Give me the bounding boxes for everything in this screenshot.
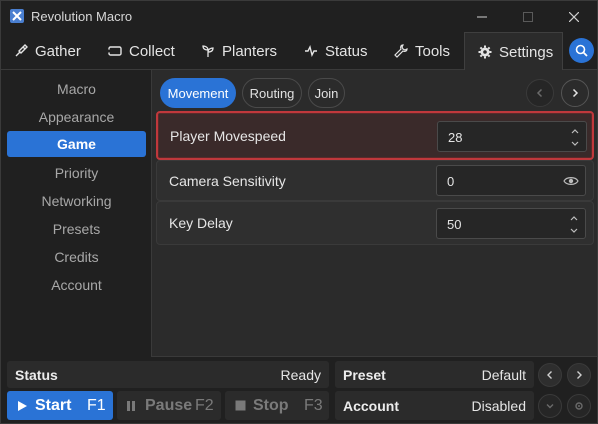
subtab-join[interactable]: Join bbox=[308, 78, 345, 108]
play-icon bbox=[18, 401, 27, 411]
sprout-icon bbox=[202, 45, 214, 57]
shovel-icon bbox=[15, 44, 28, 57]
sidebar-item-priority[interactable]: Priority bbox=[7, 160, 146, 186]
search-button[interactable] bbox=[569, 38, 594, 63]
tab-status[interactable]: Status bbox=[304, 32, 368, 70]
chevron-up-icon bbox=[570, 216, 578, 221]
preset-next-button[interactable] bbox=[567, 363, 591, 387]
tab-label: Collect bbox=[129, 42, 175, 60]
ticket-icon bbox=[108, 46, 122, 56]
input-value: 50 bbox=[447, 217, 462, 232]
gear-icon bbox=[575, 402, 583, 410]
stop-icon bbox=[235, 400, 246, 411]
sidebar-item-networking[interactable]: Networking bbox=[7, 188, 146, 214]
preset-box[interactable]: Preset Default bbox=[335, 361, 534, 388]
stop-label: Stop bbox=[253, 396, 289, 414]
settings-sidebar: Macro Appearance Game Priority Networkin… bbox=[1, 71, 151, 357]
account-settings-button[interactable] bbox=[567, 394, 591, 418]
account-label: Account bbox=[343, 397, 399, 414]
subtab-routing[interactable]: Routing bbox=[242, 78, 302, 108]
start-button[interactable]: Start F1 bbox=[7, 391, 113, 420]
tab-label: Settings bbox=[499, 43, 554, 61]
preset-label: Preset bbox=[343, 366, 386, 383]
chevron-right-icon bbox=[577, 371, 582, 379]
stop-hotkey: F3 bbox=[304, 396, 323, 414]
sidebar-item-credits[interactable]: Credits bbox=[7, 244, 146, 270]
next-page-button[interactable] bbox=[561, 79, 589, 107]
setting-label: Key Delay bbox=[169, 215, 233, 231]
chevron-down-icon bbox=[570, 228, 578, 233]
main-tab-bar: Gather Collect Planters Status Tools Set… bbox=[1, 32, 597, 71]
setting-row-key-delay: Key Delay 50 bbox=[156, 201, 594, 245]
pause-button[interactable]: Pause F2 bbox=[117, 391, 221, 420]
title-bar: Revolution Macro bbox=[1, 1, 597, 32]
subtab-movement[interactable]: Movement bbox=[160, 78, 236, 108]
setting-row-player-movespeed: Player Movespeed 28 bbox=[156, 111, 594, 160]
status-value: Ready bbox=[280, 366, 321, 383]
increment-button[interactable] bbox=[568, 212, 580, 224]
decrement-button[interactable] bbox=[568, 225, 580, 237]
setting-label: Player Movespeed bbox=[170, 127, 286, 144]
tab-label: Tools bbox=[415, 42, 451, 60]
stop-button[interactable]: Stop F3 bbox=[225, 391, 329, 420]
tab-tools[interactable]: Tools bbox=[394, 32, 450, 70]
pause-icon bbox=[127, 401, 135, 411]
preset-value: Default bbox=[481, 366, 526, 383]
decrement-button[interactable] bbox=[569, 138, 581, 150]
maximize-icon bbox=[523, 11, 533, 22]
eye-icon[interactable] bbox=[563, 174, 579, 188]
pause-label: Pause bbox=[145, 396, 193, 414]
tab-gather[interactable]: Gather bbox=[14, 32, 81, 70]
sidebar-item-game[interactable]: Game bbox=[7, 131, 146, 157]
account-box[interactable]: Account Disabled bbox=[335, 391, 534, 420]
key-delay-input[interactable]: 50 bbox=[436, 208, 586, 239]
start-label: Start bbox=[35, 396, 72, 414]
minimize-button[interactable] bbox=[459, 1, 505, 32]
tab-label: Status bbox=[325, 42, 368, 60]
close-button[interactable] bbox=[551, 1, 597, 32]
setting-row-camera-sensitivity: Camera Sensitivity 0 bbox=[156, 160, 594, 201]
chevron-down-icon bbox=[546, 404, 554, 409]
preset-prev-button[interactable] bbox=[538, 363, 562, 387]
camera-sensitivity-input[interactable]: 0 bbox=[436, 165, 586, 196]
tab-label: Planters bbox=[222, 42, 278, 60]
increment-button[interactable] bbox=[569, 125, 581, 137]
close-icon bbox=[569, 11, 579, 22]
status-label: Status bbox=[15, 366, 58, 383]
wrench-icon bbox=[394, 44, 408, 58]
chevron-right-icon bbox=[572, 88, 579, 98]
tab-settings[interactable]: Settings bbox=[464, 32, 563, 71]
sidebar-item-presets[interactable]: Presets bbox=[7, 216, 146, 242]
app-window: Revolution Macro Gather Collect Planters… bbox=[0, 0, 598, 424]
sidebar-item-account[interactable]: Account bbox=[7, 272, 146, 298]
sidebar-item-macro[interactable]: Macro bbox=[7, 76, 146, 102]
chevron-left-icon bbox=[547, 371, 552, 379]
prev-page-button[interactable] bbox=[526, 79, 554, 107]
start-hotkey: F1 bbox=[87, 396, 106, 414]
chevron-up-icon bbox=[571, 129, 579, 134]
input-value: 0 bbox=[447, 174, 455, 189]
maximize-button[interactable] bbox=[505, 1, 551, 32]
window-title: Revolution Macro bbox=[31, 9, 133, 24]
tab-planters[interactable]: Planters bbox=[201, 32, 277, 70]
setting-label: Camera Sensitivity bbox=[169, 172, 286, 189]
pulse-icon bbox=[305, 44, 317, 58]
gear-icon bbox=[478, 45, 492, 59]
status-box: Status Ready bbox=[7, 361, 329, 388]
app-logo-icon bbox=[10, 9, 24, 23]
player-movespeed-input[interactable]: 28 bbox=[437, 121, 587, 152]
input-value: 28 bbox=[448, 130, 463, 145]
chevron-down-icon bbox=[571, 141, 579, 146]
sidebar-item-appearance[interactable]: Appearance bbox=[7, 104, 146, 130]
search-icon bbox=[575, 44, 588, 57]
minimize-icon bbox=[477, 16, 487, 17]
tab-collect[interactable]: Collect bbox=[108, 32, 175, 70]
account-dropdown-button[interactable] bbox=[538, 394, 562, 418]
tab-label: Gather bbox=[35, 42, 81, 60]
pause-hotkey: F2 bbox=[195, 396, 214, 414]
account-value: Disabled bbox=[471, 397, 526, 414]
chevron-left-icon bbox=[536, 88, 543, 98]
